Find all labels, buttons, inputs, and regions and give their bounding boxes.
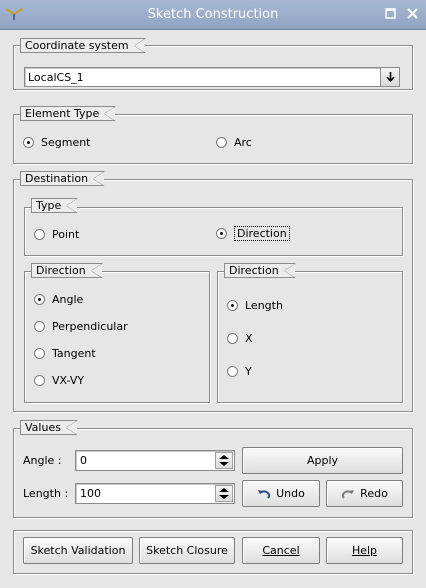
help-button[interactable]: Help <box>326 537 403 564</box>
sketch-validation-label: Sketch Validation <box>30 544 126 557</box>
length-spinbox[interactable]: 100 <box>75 483 235 504</box>
radio-segment[interactable]: Segment <box>23 136 91 149</box>
radio-point[interactable]: Point <box>34 228 79 241</box>
type-legend: Type <box>31 198 79 213</box>
redo-button[interactable]: Redo <box>326 480 403 507</box>
help-label: Help <box>351 544 378 557</box>
radio-indicator <box>23 137 34 148</box>
radio-length[interactable]: Length <box>227 299 283 312</box>
type-group <box>24 207 403 256</box>
apply-button[interactable]: Apply <box>242 447 403 474</box>
spin-arrows[interactable] <box>215 452 233 469</box>
radio-arc-label: Arc <box>234 136 252 149</box>
window-title: Sketch Construction <box>147 7 279 22</box>
radio-indicator <box>34 375 45 386</box>
direction-right-legend: Direction <box>224 263 296 278</box>
radio-x[interactable]: X <box>227 332 253 345</box>
radio-perpendicular-label: Perpendicular <box>52 320 128 333</box>
close-icon[interactable] <box>404 5 422 23</box>
apply-button-label: Apply <box>306 454 339 467</box>
coordinate-system-value: LocalCS_1 <box>28 71 84 84</box>
spin-up-down-icon <box>219 455 229 466</box>
radio-vx-vy-label: VX-VY <box>52 374 85 387</box>
angle-label: Angle : <box>23 454 62 467</box>
radio-indicator <box>34 294 45 305</box>
radio-indicator <box>34 321 45 332</box>
radio-tangent[interactable]: Tangent <box>34 347 96 360</box>
radio-indicator <box>216 228 227 239</box>
radio-x-label: X <box>245 332 253 345</box>
undo-icon <box>258 489 271 499</box>
angle-value: 0 <box>80 454 87 467</box>
sketch-closure-label: Sketch Closure <box>146 544 228 557</box>
sketch-validation-button[interactable]: Sketch Validation <box>23 537 133 564</box>
radio-segment-label: Segment <box>41 136 91 149</box>
radio-angle-label: Angle <box>52 293 84 306</box>
radio-indicator <box>216 137 227 148</box>
coordinate-system-combo[interactable]: LocalCS_1 <box>24 67 400 87</box>
arrow-down-icon <box>386 72 395 83</box>
direction-left-legend: Direction <box>31 263 103 278</box>
length-label: Length : <box>23 487 69 500</box>
radio-indicator <box>227 366 238 377</box>
radio-point-label: Point <box>52 228 80 241</box>
element-type-legend: Element Type <box>20 106 117 121</box>
spin-arrows[interactable] <box>215 485 233 502</box>
destination-legend: Destination <box>20 171 106 186</box>
redo-icon <box>342 489 355 499</box>
combo-dropdown-button[interactable] <box>380 68 399 86</box>
angle-spinbox[interactable]: 0 <box>75 450 235 471</box>
radio-indicator <box>34 229 45 240</box>
radio-indicator <box>227 300 238 311</box>
sketch-closure-button[interactable]: Sketch Closure <box>139 537 235 564</box>
radio-tangent-label: Tangent <box>52 347 96 360</box>
values-legend: Values <box>20 420 78 435</box>
cancel-label: Cancel <box>262 544 300 557</box>
radio-direction[interactable]: Direction <box>216 226 290 241</box>
redo-button-label: Redo <box>360 487 388 500</box>
maximize-icon[interactable] <box>382 5 400 23</box>
spin-up-down-icon <box>219 488 229 499</box>
radio-arc[interactable]: Arc <box>216 136 252 149</box>
radio-perpendicular[interactable]: Perpendicular <box>34 320 128 333</box>
length-value: 100 <box>80 487 101 500</box>
radio-indicator <box>227 333 238 344</box>
radio-y-label: Y <box>245 365 252 378</box>
undo-button[interactable]: Undo <box>242 480 320 507</box>
cancel-button[interactable]: Cancel <box>242 537 320 564</box>
radio-indicator <box>34 348 45 359</box>
coordinate-system-legend: Coordinate system <box>20 38 146 53</box>
radio-angle[interactable]: Angle <box>34 293 83 306</box>
undo-button-label: Undo <box>276 487 305 500</box>
radio-y[interactable]: Y <box>227 365 252 378</box>
radio-direction-label: Direction <box>234 226 290 241</box>
dialog-body: Coordinate system LocalCS_1 Element Type… <box>0 30 426 588</box>
title-bar[interactable]: Sketch Construction <box>0 0 426 30</box>
radio-vx-vy[interactable]: VX-VY <box>34 374 84 387</box>
radio-length-label: Length <box>245 299 283 312</box>
